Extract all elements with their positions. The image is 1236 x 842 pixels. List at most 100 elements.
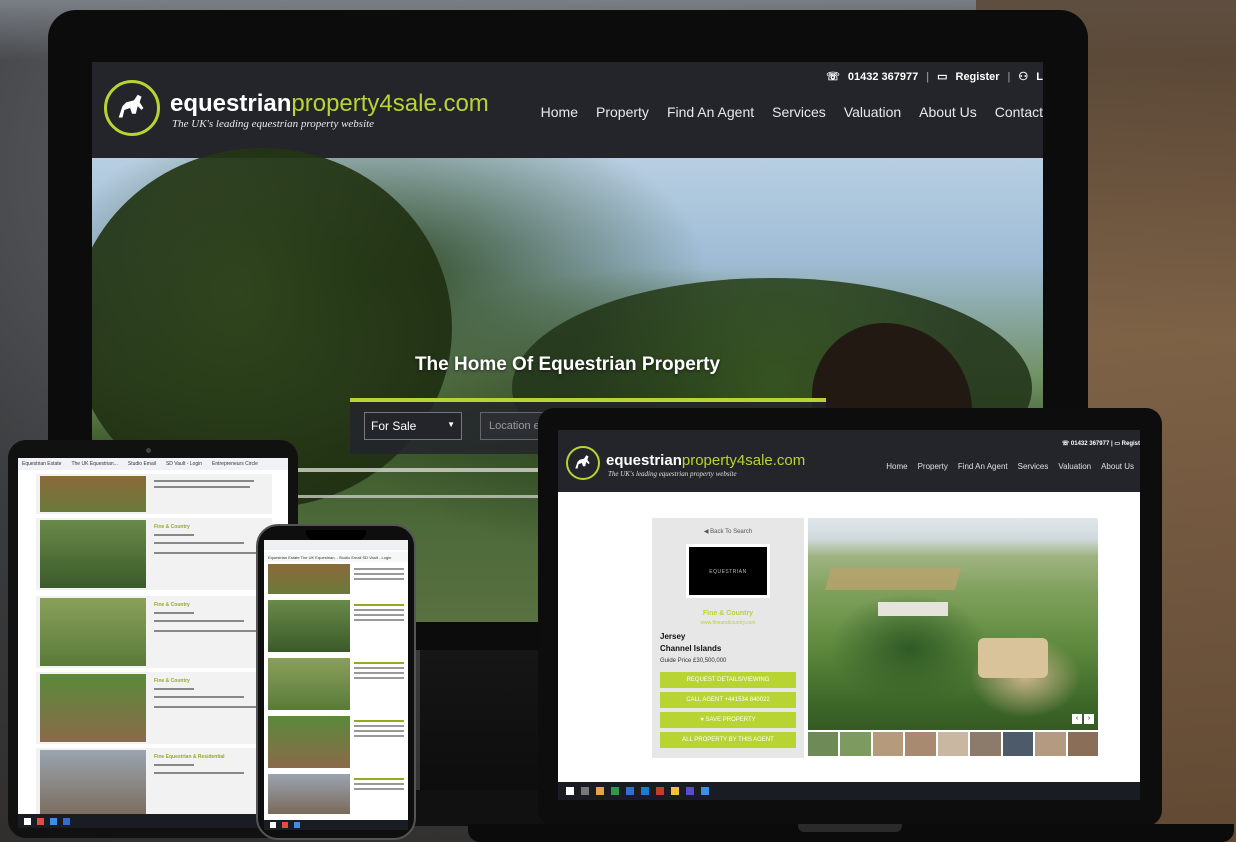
save-property-button[interactable]: ♥ SAVE PROPERTY <box>660 712 796 728</box>
listing-item[interactable] <box>268 716 406 774</box>
agent-name[interactable]: Fine & Country <box>652 610 804 617</box>
bookmark-item[interactable]: Equestrian Estate <box>268 555 300 560</box>
bookmark-item[interactable]: SD Vault - Login <box>166 461 202 467</box>
next-arrow-icon[interactable]: › <box>1084 714 1094 724</box>
listing-item[interactable]: Fine & Country <box>36 672 272 744</box>
phone-number[interactable]: 01432 367977 <box>848 71 918 83</box>
listing-photo[interactable] <box>40 674 146 742</box>
edge-icon[interactable] <box>50 817 57 825</box>
listing-agent[interactable]: Fine & Country <box>154 524 190 530</box>
listing-item[interactable]: Fine & Country <box>36 518 272 590</box>
nav-find-agent[interactable]: Find An Agent <box>958 462 1008 471</box>
register-icon: ▭ <box>937 71 948 83</box>
nav-contact[interactable]: Contact <box>995 104 1043 120</box>
listing-photo[interactable] <box>40 598 146 666</box>
login-link[interactable]: L <box>1036 71 1043 83</box>
listing-item[interactable]: Fine & Country <box>36 596 272 668</box>
nav-find-agent[interactable]: Find An Agent <box>667 104 754 120</box>
agent-url[interactable]: www.fineandcountry.com <box>652 620 804 626</box>
listing-item[interactable] <box>268 600 406 658</box>
thumbnail[interactable] <box>937 732 969 756</box>
listing-agent[interactable]: Fine & Country <box>154 602 190 608</box>
thumbnail[interactable] <box>872 732 904 756</box>
nav-home[interactable]: Home <box>541 104 578 120</box>
agent-properties-button[interactable]: ALL PROPERTY BY THIS AGENT <box>660 732 796 748</box>
listing-agent[interactable]: Fine Equestrian & Residential <box>154 754 225 760</box>
edge-icon[interactable] <box>626 787 634 795</box>
listing-agent[interactable]: Fine & Country <box>154 678 190 684</box>
excel-icon[interactable] <box>611 787 619 795</box>
browser-tabs <box>264 540 408 550</box>
bookmark-item[interactable]: Equestrian Estate <box>22 461 61 467</box>
call-agent-button[interactable]: CALL AGENT +441534 840022 <box>660 692 796 708</box>
bookmark-item[interactable]: Studio Email <box>339 555 361 560</box>
thumbnail[interactable] <box>808 732 839 756</box>
listing-photo[interactable] <box>268 716 350 768</box>
listing-text <box>354 604 404 624</box>
listing-photo[interactable] <box>40 476 146 512</box>
powerpoint-icon[interactable] <box>656 787 664 795</box>
listing-type-select[interactable]: For Sale ▼ <box>364 412 462 440</box>
listing-item[interactable] <box>268 564 406 598</box>
listing-item[interactable]: Fine Equestrian & Residential <box>36 748 272 820</box>
listing-item[interactable] <box>268 658 406 716</box>
listing-photo[interactable] <box>40 750 146 818</box>
nav-property[interactable]: Property <box>596 104 649 120</box>
horse-logo-icon[interactable] <box>104 80 160 136</box>
app-icon[interactable] <box>37 817 44 825</box>
request-details-button[interactable]: REQUEST DETAILS/VIEWING <box>660 672 796 688</box>
divider: | <box>1007 70 1011 83</box>
phone-number[interactable]: 01432 367977 <box>1071 441 1109 447</box>
teams-icon[interactable] <box>686 787 694 795</box>
nav-home[interactable]: Home <box>886 462 907 471</box>
chrome-icon[interactable] <box>596 787 604 795</box>
bookmarks-bar: Equestrian Estate The UK Equestrian... S… <box>264 552 408 562</box>
agent-logo[interactable]: EQUESTRIAN <box>686 544 770 598</box>
nav-services[interactable]: Services <box>1018 462 1049 471</box>
nav-property[interactable]: Property <box>918 462 948 471</box>
register-link[interactable]: Regist <box>1122 441 1140 447</box>
bookmark-item[interactable]: SD Vault - Login <box>362 555 391 560</box>
site-logo-text[interactable]: equestrianproperty4sale.com <box>606 452 805 469</box>
bookmark-item[interactable]: Studio Email <box>128 461 156 467</box>
outlook-icon[interactable] <box>63 817 70 825</box>
thumbnail[interactable] <box>1002 732 1034 756</box>
thumbnail[interactable] <box>905 732 936 756</box>
start-icon[interactable] <box>270 822 276 828</box>
listing-photo[interactable] <box>268 600 350 652</box>
search-icon[interactable] <box>581 787 589 795</box>
prev-arrow-icon[interactable]: ‹ <box>1072 714 1082 724</box>
thumbnail[interactable] <box>1035 732 1066 756</box>
listing-item[interactable] <box>268 774 406 818</box>
app-icon[interactable] <box>282 822 288 828</box>
listing-photo[interactable] <box>268 774 350 814</box>
bookmark-item[interactable]: The UK Equestrian... <box>71 461 117 467</box>
folder-icon[interactable] <box>671 787 679 795</box>
nav-valuation[interactable]: Valuation <box>1058 462 1091 471</box>
edge-icon[interactable] <box>294 822 300 828</box>
thumbnail[interactable] <box>970 732 1001 756</box>
property-main-photo[interactable] <box>808 518 1098 730</box>
register-link[interactable]: Register <box>956 71 1000 83</box>
nav-services[interactable]: Services <box>772 104 826 120</box>
nav-valuation[interactable]: Valuation <box>844 104 901 120</box>
listing-text <box>154 480 254 482</box>
start-icon[interactable] <box>24 817 31 825</box>
listing-type-value: For Sale <box>371 419 417 433</box>
thumbnail[interactable] <box>840 732 871 756</box>
site-logo-text[interactable]: equestrianproperty4sale.com <box>170 90 489 118</box>
bookmark-item[interactable]: The UK Equestrian... <box>301 555 338 560</box>
bookmark-item[interactable]: Entrepreneurs Circle <box>212 461 258 467</box>
nav-about[interactable]: About Us <box>919 104 977 120</box>
zoom-icon[interactable] <box>701 787 709 795</box>
listing-photo[interactable] <box>40 520 146 588</box>
listing-photo[interactable] <box>268 658 350 710</box>
outlook-icon[interactable] <box>641 787 649 795</box>
nav-about[interactable]: About Us <box>1101 462 1134 471</box>
start-icon[interactable] <box>566 787 574 795</box>
horse-logo-icon[interactable] <box>566 446 600 480</box>
listing-photo[interactable] <box>268 564 350 594</box>
back-to-search-link[interactable]: ◀ Back To Search <box>652 528 804 535</box>
listing-item[interactable] <box>36 474 272 514</box>
thumbnail[interactable] <box>1067 732 1098 756</box>
